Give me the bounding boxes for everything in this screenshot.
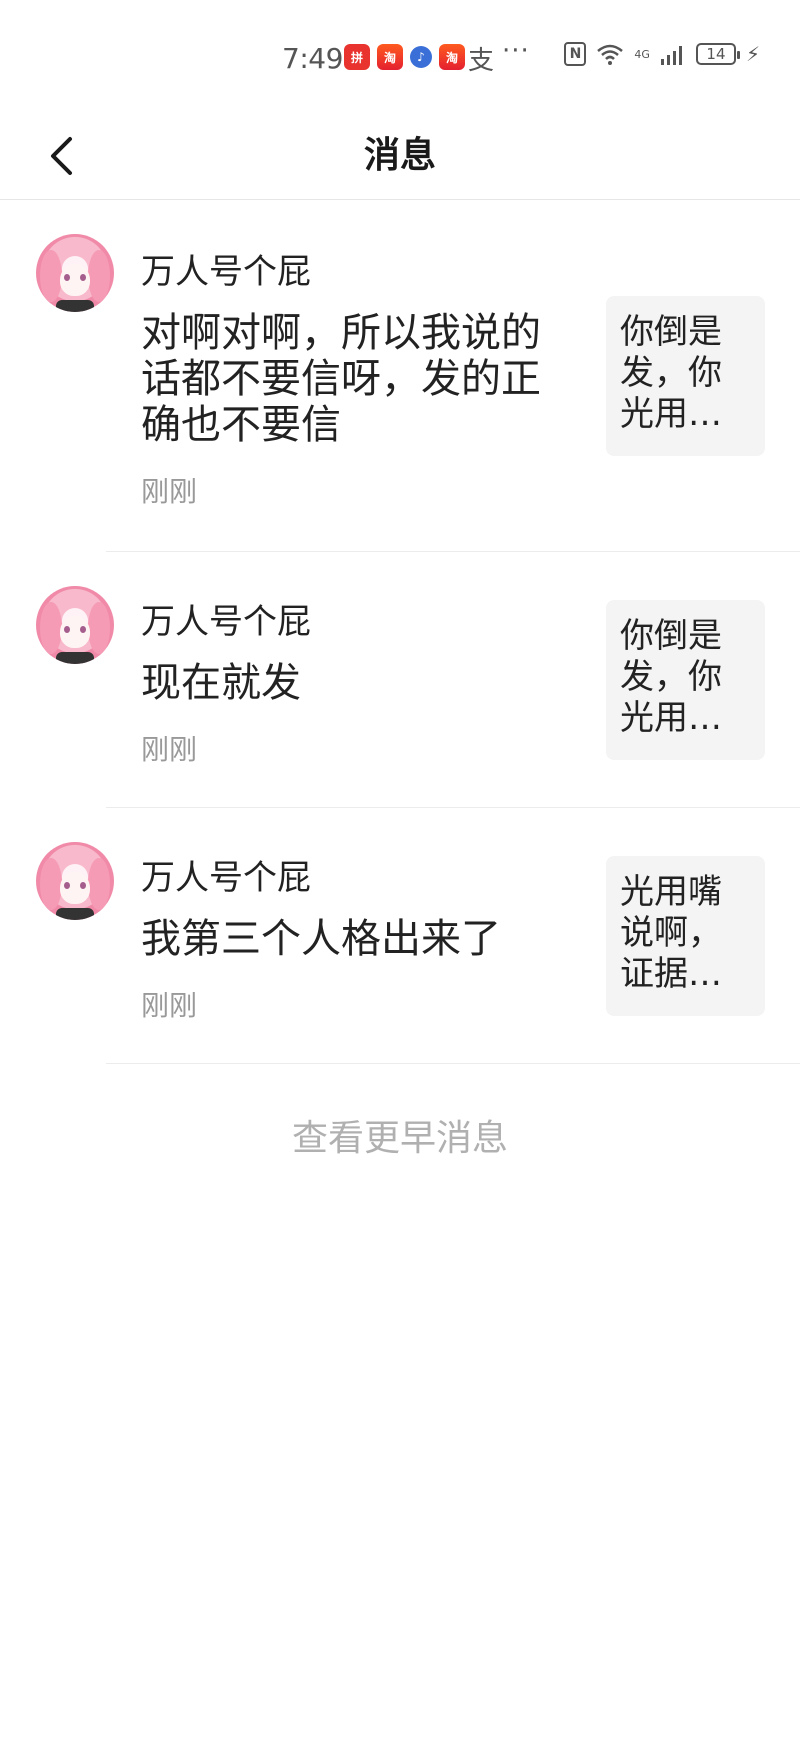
sender-name: 万人号个屁 (141, 602, 311, 642)
pinduoduo-icon: 拼 (344, 44, 370, 70)
message-body: 万人号个屁 我第三个人格出来了 刚刚 (141, 856, 561, 1024)
page-title: 消息 (363, 135, 436, 176)
message-text: 对啊对啊，所以我说的话都不要信呀，发的正确也不要信 (141, 310, 541, 448)
status-time: 7:49 (282, 42, 343, 75)
status-more-indicator: ··· (502, 36, 530, 66)
divider (106, 1063, 800, 1064)
view-earlier-messages-link[interactable]: 查看更早消息 (0, 1112, 800, 1166)
charging-icon: ⚡ (745, 42, 760, 66)
list-item[interactable]: 万人号个屁 对啊对啊，所以我说的话都不要信呀，发的正确也不要信 刚刚 你倒是发，… (0, 200, 800, 552)
quoted-content[interactable]: 你倒是发，你光用… (606, 600, 765, 760)
status-misc-char: 支 (468, 46, 495, 76)
avatar[interactable] (36, 842, 114, 920)
wifi-icon (597, 44, 624, 65)
message-list: 万人号个屁 对啊对啊，所以我说的话都不要信呀，发的正确也不要信 刚刚 你倒是发，… (0, 200, 800, 1064)
network-type-label: 4G (634, 47, 650, 61)
signal-icon (660, 46, 682, 65)
message-body: 万人号个屁 现在就发 刚刚 (141, 600, 561, 768)
status-app-icons: 拼 淘 ♪ 淘 (344, 44, 465, 70)
sender-name: 万人号个屁 (141, 252, 311, 292)
message-time: 刚刚 (141, 989, 198, 1022)
sender-name: 万人号个屁 (141, 858, 311, 898)
header: 消息 (0, 118, 800, 200)
nfc-icon: N (564, 42, 587, 66)
message-text: 我第三个人格出来了 (141, 916, 501, 962)
avatar[interactable] (36, 586, 114, 664)
message-time: 刚刚 (141, 475, 198, 508)
taobao-icon: 淘 (439, 44, 465, 70)
message-body: 万人号个屁 对啊对啊，所以我说的话都不要信呀，发的正确也不要信 刚刚 (141, 250, 561, 510)
quoted-content[interactable]: 你倒是发，你光用… (606, 296, 765, 456)
status-bar: 7:49 拼 淘 ♪ 淘 支 ··· N 4G 14 ⚡ (0, 0, 800, 118)
message-time: 刚刚 (141, 733, 198, 766)
battery-icon: 14 (695, 43, 740, 65)
avatar[interactable] (36, 234, 114, 312)
list-item[interactable]: 万人号个屁 我第三个人格出来了 刚刚 光用嘴说啊，证据… (0, 808, 800, 1064)
message-text: 现在就发 (141, 660, 301, 706)
quoted-content[interactable]: 光用嘴说啊，证据… (606, 856, 765, 1016)
music-icon: ♪ (410, 46, 432, 68)
taobao-icon: 淘 (377, 44, 403, 70)
list-item[interactable]: 万人号个屁 现在就发 刚刚 你倒是发，你光用… (0, 552, 800, 808)
status-right-icons: N 4G 14 ⚡ (564, 42, 760, 66)
